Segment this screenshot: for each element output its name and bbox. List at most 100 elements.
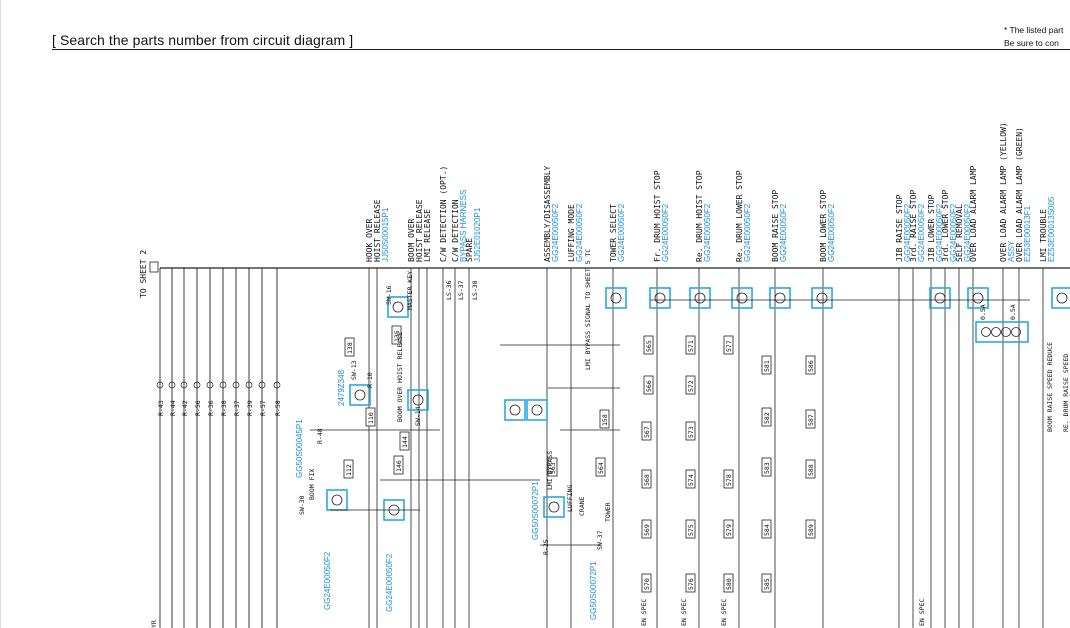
highlighted-switch	[769, 287, 791, 309]
wire-tag-label: 567	[643, 426, 651, 438]
sheet-label: TO SHEET 2	[139, 250, 148, 298]
switch-contact	[694, 292, 706, 304]
spec-tag: EN SPEC	[640, 599, 648, 626]
switch-contact	[509, 404, 521, 416]
part-number-label: GG50S00072P1	[531, 481, 540, 540]
relay-label: LS-37	[457, 280, 465, 300]
highlighted-switch	[526, 399, 548, 421]
wire-tag-label: 573	[687, 426, 695, 438]
wire-tag-label: 158	[601, 414, 609, 426]
part-number-label: GG24E00050F2	[385, 553, 394, 612]
signal-label: R-39	[246, 400, 254, 416]
highlighted-switch	[504, 399, 526, 421]
switch-contact	[934, 292, 946, 304]
wire-tag-label: 568	[643, 474, 651, 486]
signal-label: R-37	[233, 400, 241, 416]
wire-tag-label: 566	[645, 380, 653, 392]
function-part-number: GG24E00050F2	[779, 203, 788, 262]
part-number-label: GG50S00045P1	[295, 419, 304, 478]
function-part-number: GG24E00050F2	[743, 203, 752, 262]
signal-label: R-43	[157, 400, 165, 416]
function-part-number: JJ50S00015P1	[381, 207, 390, 262]
relay-label: SW-37	[596, 530, 604, 550]
relay-label: BOOM OVER HOIST RELEASE	[396, 332, 404, 422]
function-label: C/W DETECTION (OPT.)	[439, 166, 448, 262]
switch-contact	[736, 292, 748, 304]
switch-contact	[972, 292, 984, 304]
highlighted-switch	[326, 489, 348, 511]
relay-label: LUFFING	[566, 485, 574, 512]
relay-label: SW-30	[298, 495, 306, 515]
function-part-number: GG24E00050F2	[703, 203, 712, 262]
fuse-label: 0.5A	[1009, 304, 1017, 320]
relay-label: SW-13	[350, 360, 358, 380]
wire-tag-label: 112	[345, 464, 353, 476]
signal-label: R-36	[207, 400, 215, 416]
wire-tag-label: 146	[395, 460, 403, 472]
function-part-number: GG24E00050F2	[551, 203, 560, 262]
function-part-number: GG24E00050F2	[575, 203, 584, 262]
wire-tag-label: 582	[763, 412, 771, 424]
function-label: OVER LOAD ALARM LAMP	[969, 165, 978, 262]
spec-tag: EN SPEC	[720, 599, 728, 626]
relay-label: BOOM RAISE SPEED REDUCE	[1046, 342, 1054, 432]
relay-label: BOOM FIX	[308, 469, 316, 500]
wire-tag-label: 585	[763, 578, 771, 590]
wire-tag-label: 565	[645, 340, 653, 352]
wire-tag-label: 571	[687, 340, 695, 352]
relay-label: SW-16	[385, 285, 393, 305]
wire-tag-label: 572	[687, 380, 695, 392]
part-number-label: GG24E00050F2	[323, 551, 332, 610]
function-part-number: GG24E00050F2	[917, 203, 926, 262]
switch-contact	[774, 292, 786, 304]
fuse-label: 0.5A	[979, 304, 987, 320]
wire-tag-label: 584	[763, 524, 771, 536]
wire-tag-label: 589	[807, 524, 815, 536]
highlighted-switch	[929, 287, 951, 309]
lamp-symbol	[981, 327, 991, 337]
wire-tag-label: 576	[687, 578, 695, 590]
circuit-diagram: R-43 R-44 R-42 R-56 R-36 R-38 R-37 R-39 R-57 R-58…	[0, 0, 1070, 628]
signal-label: R-58	[274, 400, 282, 416]
relay-label: LS-36	[445, 280, 453, 300]
highlighted-switch	[649, 287, 671, 309]
lamp-symbol	[991, 327, 1001, 337]
function-label: LMI RELEASE	[423, 209, 432, 262]
function-part-number: GG24E00050F2	[661, 203, 670, 262]
switch-contact	[531, 404, 543, 416]
wire-tag-label: 110	[367, 412, 375, 424]
wire-tag-label: 569	[643, 524, 651, 536]
function-part-number: EZ53E00013S005	[1047, 196, 1056, 262]
relay-label: LMI BYPASS SIGNAL TO SHEET 5 TC	[584, 249, 592, 370]
highlighted-switch	[689, 287, 711, 309]
left-signal-lines: R-43 R-44 R-42 R-56 R-36 R-38 R-37 R-39 R-57 R-58	[156, 268, 282, 628]
switch-contact	[412, 394, 424, 406]
wire-tag-label: 580	[725, 578, 733, 590]
relay-label: MASTER KEY	[406, 271, 414, 310]
wire-tag-label: 574	[687, 474, 695, 486]
wire-tag-label: 138	[346, 342, 354, 354]
switch-contact	[354, 389, 366, 401]
relay-label: RE. DRUM RAISE SPEED	[1062, 354, 1070, 432]
function-part-number: GG24E00050F2	[617, 203, 626, 262]
switch-contact	[392, 301, 404, 313]
switch-contact	[548, 501, 560, 513]
wire-tag-label: 578	[725, 474, 733, 486]
highlighted-switch	[731, 287, 753, 309]
signal-label: R-44	[169, 400, 177, 416]
wire-tag-label: 583	[763, 462, 771, 474]
relay-label: LS-38	[471, 280, 479, 300]
signal-label: R-38	[220, 400, 228, 416]
function-part-number: JJ52E01020P1	[473, 207, 482, 262]
relay-label: R-10	[366, 372, 374, 388]
relay-label: CRANE	[578, 496, 586, 516]
wire-tag-label: 586	[807, 360, 815, 372]
switch-contact	[610, 292, 622, 304]
part-number-label: 2479Z348	[337, 369, 346, 406]
yr-label: YR	[150, 620, 158, 628]
wire-tag-label: 144	[401, 436, 409, 448]
signal-label: R-57	[259, 400, 267, 416]
wire-tag-label: 577	[725, 340, 733, 352]
part-number-label: GG50S00072P1	[589, 561, 598, 620]
highlighted-switch	[811, 287, 833, 309]
